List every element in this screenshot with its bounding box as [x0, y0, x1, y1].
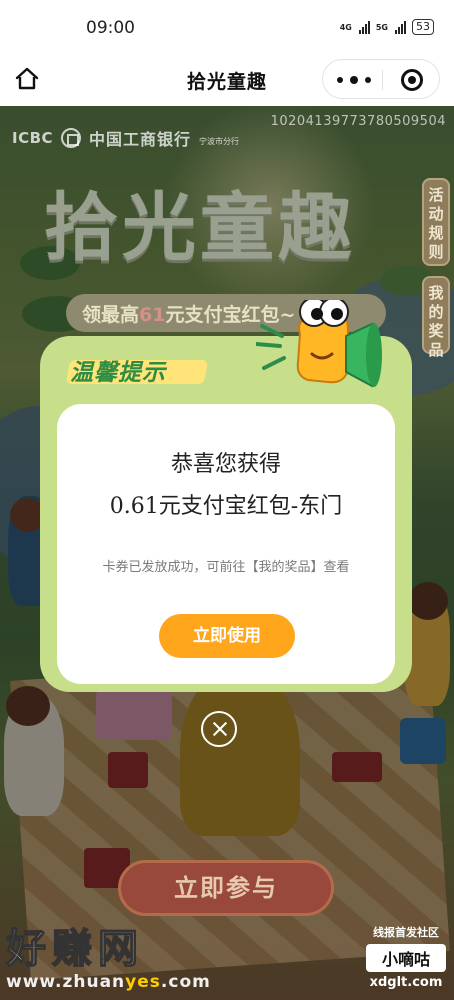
modal-title: 温馨提示	[70, 360, 166, 386]
more-options-icon[interactable]	[337, 70, 371, 90]
nav-bar: 拾光童趣	[0, 54, 454, 106]
issue-notice: 卡券已发放成功，可前往【我的奖品】查看	[102, 560, 350, 575]
icbc-branch: 宁波市分行	[199, 136, 240, 146]
watermark-url-a: www.zhuan	[6, 972, 126, 992]
prize-name: 0.61元支付宝红包-东门	[109, 494, 343, 519]
mini-program-capsule	[322, 59, 440, 99]
watermark-right-url: xdglt.com	[369, 975, 443, 990]
capsule-divider	[382, 70, 383, 90]
banner-prefix: 领最高	[82, 304, 140, 326]
close-modal-icon[interactable]	[201, 711, 237, 747]
signal-1-label: 4G	[339, 22, 352, 32]
join-button[interactable]: 立即参与	[118, 860, 334, 916]
activity-serial: 10204139773780509504	[270, 114, 446, 129]
my-prizes-tab[interactable]: 我的奖品	[422, 276, 450, 359]
close-mini-program-icon[interactable]	[401, 69, 423, 91]
watermark-left-title: 好赚网	[5, 925, 144, 973]
hero-title: 拾光童趣	[44, 185, 356, 271]
watermark-left-url: www.zhuanyes.com	[6, 972, 211, 992]
watermark-url-b: yes	[125, 972, 161, 992]
icbc-name-cn: 中国工商银行	[89, 130, 192, 149]
megaphone-mascot-icon	[256, 300, 382, 388]
watermark-right-top: 线报首发社区	[373, 926, 439, 939]
watermark-right-name: 小嘀咕	[366, 944, 446, 972]
signal-2-icon	[395, 20, 406, 34]
banner-amount: 61	[139, 304, 166, 326]
battery-indicator: 53	[412, 19, 434, 35]
signal-2-label: 5G	[375, 22, 388, 32]
watermark-url-c: .com	[160, 972, 211, 992]
activity-rules-tab[interactable]: 活动规则	[422, 178, 450, 266]
congrats-text: 恭喜您获得	[170, 452, 281, 477]
icbc-name-en: ICBC	[12, 129, 54, 147]
icbc-mark-icon	[61, 128, 82, 148]
modal-content: 恭喜您获得 0.61元支付宝红包-东门 卡券已发放成功，可前往【我的奖品】查看 …	[57, 404, 395, 684]
status-time: 09:00	[86, 18, 135, 38]
status-indicators: 4G 5G 53	[340, 19, 434, 35]
status-bar: 09:00 4G 5G 53	[0, 0, 454, 54]
watermark-left: 好赚网 www.zhuanyes.com	[5, 916, 211, 992]
signal-1-icon	[358, 20, 370, 34]
watermark-right: 线报首发社区 小嘀咕 xdglt.com	[366, 924, 446, 990]
use-now-button[interactable]: 立即使用	[159, 614, 295, 658]
icbc-logo: ICBC 中国工商银行 宁波市分行	[12, 126, 239, 150]
